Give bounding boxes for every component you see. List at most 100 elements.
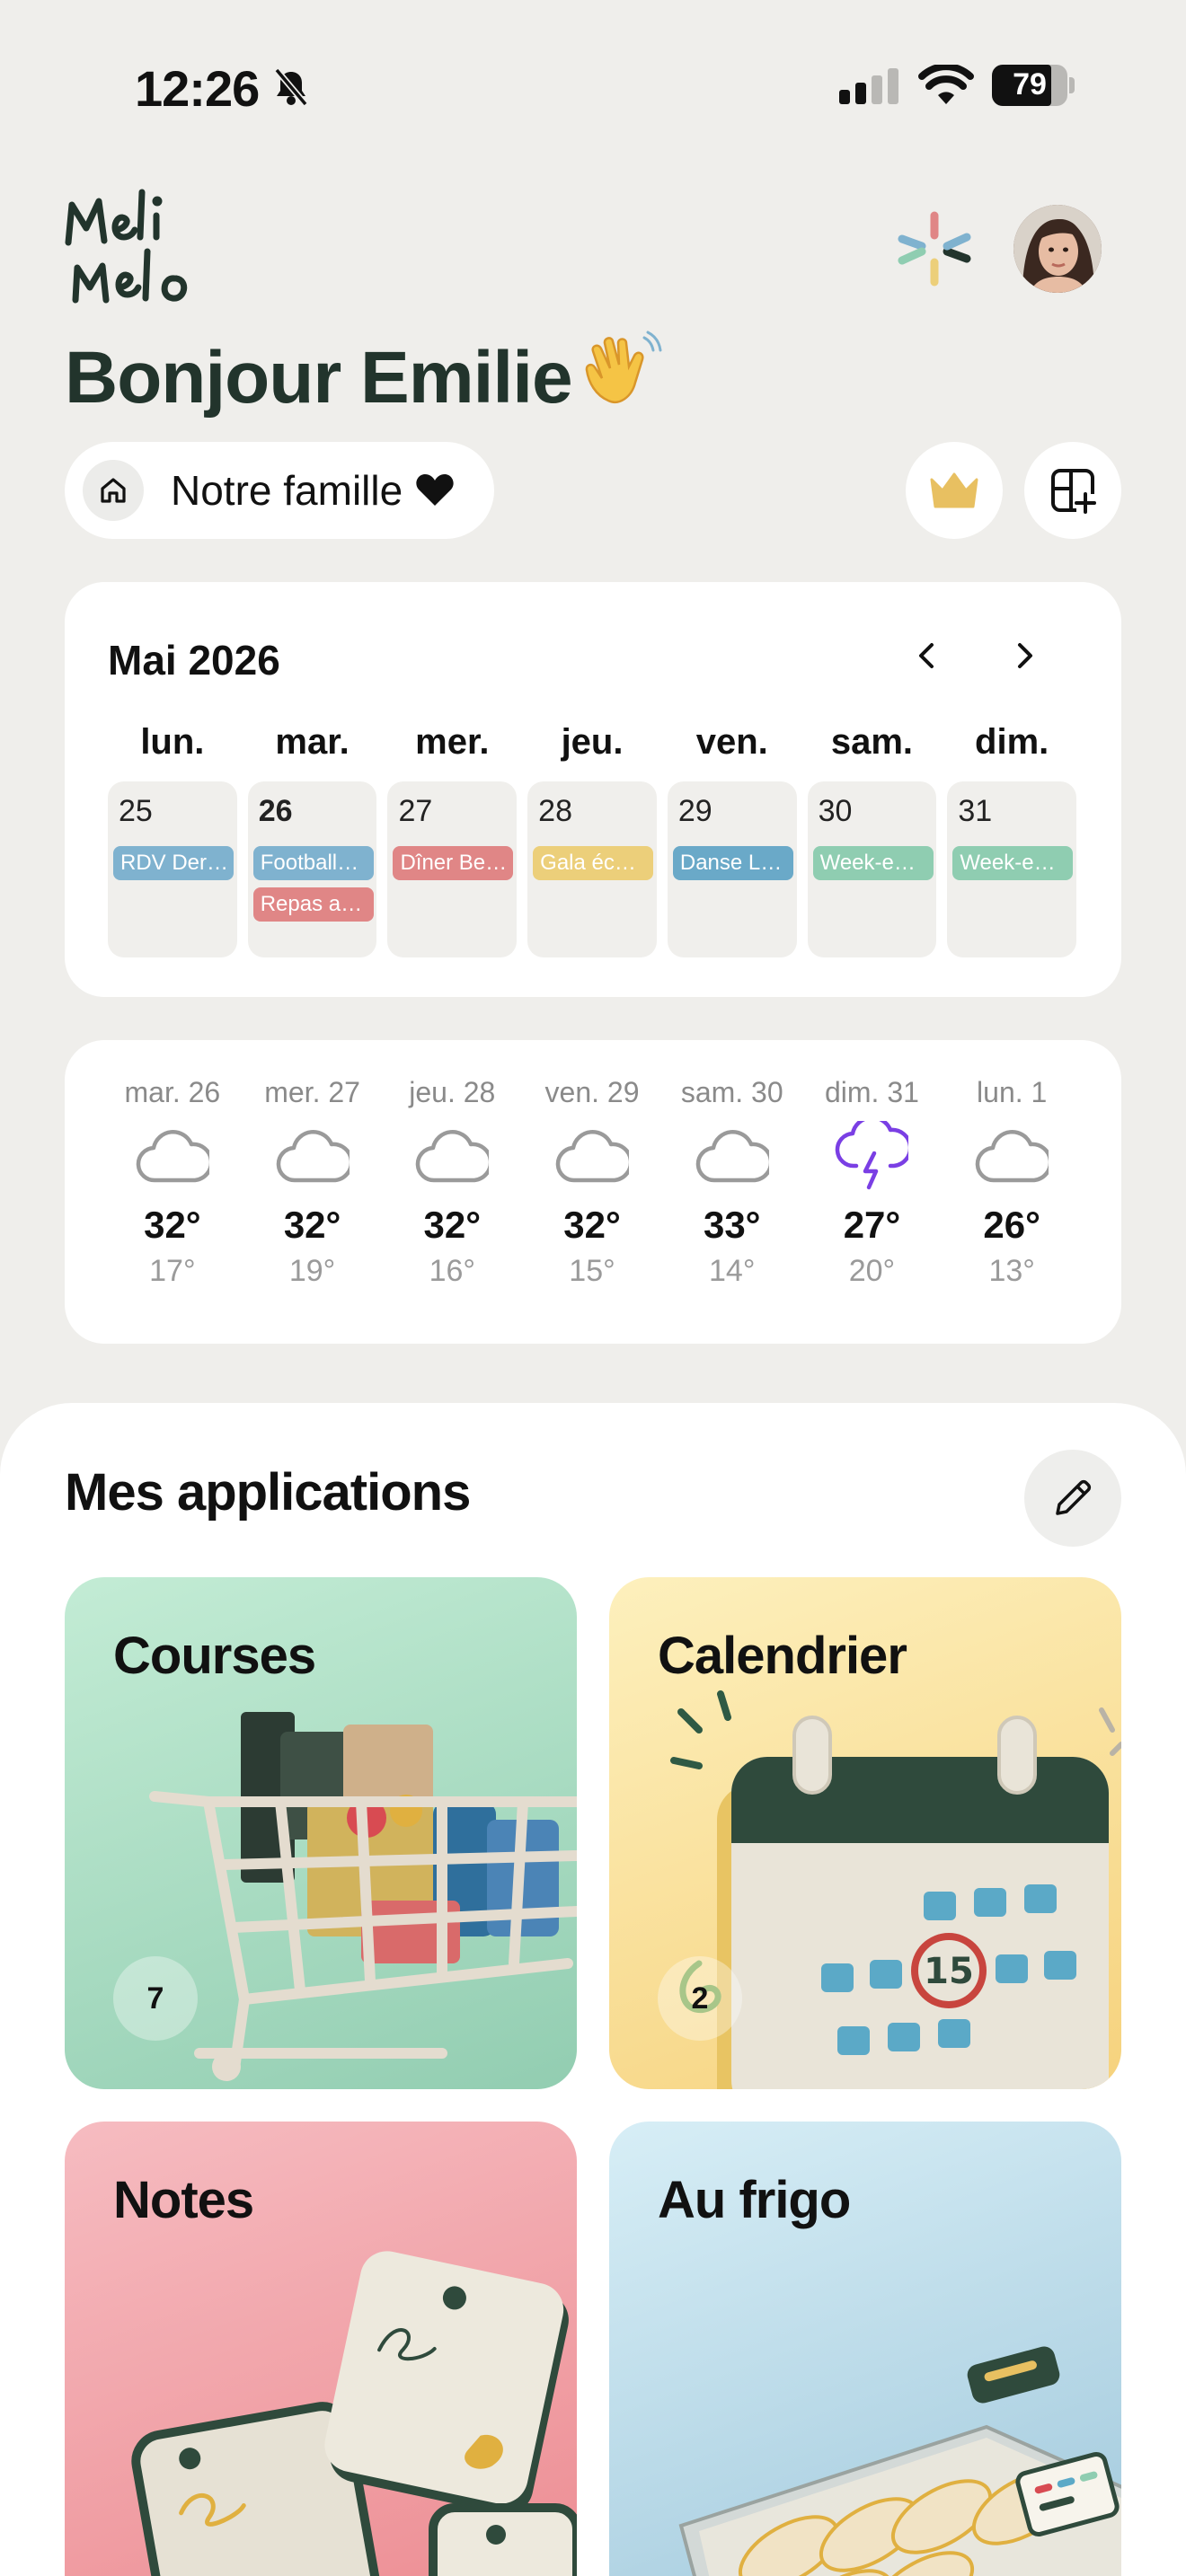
forecast-high: 33°: [703, 1204, 761, 1246]
app-tile-title: Au frigo: [658, 2171, 851, 2229]
event-chip[interactable]: RDV Der…: [113, 846, 234, 880]
day-number: 26: [258, 794, 293, 828]
calendar-day[interactable]: 26 Football… Repas a…: [247, 781, 377, 957]
forecast-low: 20°: [848, 1254, 896, 1288]
event-chip[interactable]: Gala éc…: [533, 846, 654, 880]
event-chip[interactable]: Week-e…: [812, 846, 934, 880]
week-days: 25 RDV Der… 26 Football… Repas a… 27 Dîner Be……: [102, 781, 1082, 957]
cloud-icon: [942, 1116, 1082, 1196]
app-tile-title: Courses: [113, 1627, 316, 1685]
status-bar: 12:26 79: [0, 0, 1186, 171]
day-number: 30: [818, 794, 853, 828]
forecast-day: lun. 1 26° 13°: [942, 1076, 1082, 1289]
weekday-label: jeu.: [561, 722, 624, 762]
forecast-low: 16°: [429, 1254, 475, 1288]
family-name: Notre famille: [171, 467, 403, 514]
user-avatar[interactable]: [1013, 205, 1102, 293]
calendar-day[interactable]: 29 Danse L…: [667, 781, 797, 957]
cloud-icon: [102, 1116, 243, 1196]
chevron-right-icon[interactable]: [1006, 638, 1042, 674]
weather-widget[interactable]: mar. 26 32° 17° mer. 27 32° 19° jeu. 28 32° 16° v…: [65, 1040, 1121, 1344]
calendar-widget[interactable]: Mai 2026 lun. mar. mer. jeu. ven. sam. d…: [65, 582, 1121, 997]
forecast-day: jeu. 28 32° 16°: [382, 1076, 522, 1289]
count-badge: 2: [658, 1956, 742, 2041]
weekday-label: lun.: [140, 722, 205, 762]
cloud-icon: [243, 1116, 383, 1196]
event-chip[interactable]: Repas a…: [252, 887, 374, 922]
forecast-day-label: jeu. 28: [409, 1076, 496, 1108]
weekday-label: mar.: [275, 722, 350, 762]
app-tile-title: Notes: [113, 2171, 254, 2229]
forecast-high: 32°: [563, 1204, 621, 1246]
event-chip[interactable]: Football…: [252, 846, 374, 880]
calendar-day[interactable]: 25 RDV Der…: [108, 781, 237, 957]
greeting-title: Bonjour Emilie: [65, 331, 662, 420]
forecast-day: mer. 27 32° 19°: [243, 1076, 383, 1289]
add-widget-icon: [1051, 469, 1096, 514]
day-number: 25: [119, 794, 153, 828]
bell-off-icon: [274, 68, 308, 106]
event-chip[interactable]: Week-e…: [952, 846, 1074, 880]
forecast-day-label: sam. 30: [680, 1076, 783, 1108]
crown-icon: [930, 472, 978, 508]
forecast-day-label: mar. 26: [124, 1076, 221, 1108]
pencil-icon: [1056, 1479, 1092, 1515]
greeting-text: Bonjour Emilie: [65, 337, 573, 419]
weekday-label: dim.: [975, 722, 1049, 762]
forecast-low: 15°: [569, 1254, 615, 1288]
battery-icon: 79: [992, 65, 1075, 106]
calendar-day[interactable]: 28 Gala éc…: [527, 781, 657, 957]
weekday-label: ven.: [695, 722, 768, 762]
event-chip[interactable]: Dîner Be…: [393, 846, 514, 880]
forecast-day-label: mer. 27: [264, 1076, 360, 1108]
status-time: 12:26: [135, 60, 260, 117]
wifi-icon: [918, 65, 974, 104]
chevron-left-icon[interactable]: [909, 638, 945, 674]
waving-hand-icon: [585, 331, 662, 403]
ai-assistant-icon[interactable]: [897, 210, 972, 287]
forecast-day: mar. 26 32° 17°: [102, 1076, 243, 1289]
weekday-label: mer.: [415, 722, 490, 762]
count-badge: 7: [113, 1956, 198, 2041]
day-number: 31: [958, 794, 993, 828]
weekday-header: lun. mar. mer. jeu. ven. sam. dim.: [102, 722, 1082, 763]
calendar-day[interactable]: 27 Dîner Be…: [387, 781, 518, 957]
app-tile-calendrier[interactable]: 15 Calendrier 2: [609, 1577, 1121, 2089]
app-tile-courses[interactable]: Courses 7: [65, 1577, 577, 2089]
day-number: 28: [538, 794, 572, 828]
forecast-low: 17°: [149, 1254, 196, 1288]
forecast-high: 32°: [144, 1204, 201, 1246]
apps-panel: Mes applications Courses 7 15 Calendrier…: [0, 1403, 1186, 2576]
cloud-icon: [662, 1116, 802, 1196]
app-tile-au-frigo[interactable]: Au frigo: [609, 2122, 1121, 2576]
forecast-low: 19°: [288, 1254, 336, 1288]
apps-title: Mes applications: [65, 1463, 471, 1522]
calendar-day[interactable]: 31 Week-e…: [947, 781, 1077, 957]
home-icon: [83, 460, 144, 521]
melimelo-logo: [65, 189, 188, 304]
weather-forecast: mar. 26 32° 17° mer. 27 32° 19° jeu. 28 32° 16° v…: [102, 1076, 1082, 1289]
heart-icon: [416, 474, 454, 506]
forecast-high: 32°: [423, 1204, 482, 1246]
day-number: 29: [677, 794, 712, 828]
forecast-low: 13°: [988, 1254, 1035, 1288]
weekday-label: sam.: [830, 722, 914, 762]
calendar-month: Mai 2026: [108, 637, 280, 684]
forecast-day-label: ven. 29: [544, 1076, 640, 1108]
forecast-high: 27°: [843, 1204, 901, 1246]
family-selector[interactable]: Notre famille: [65, 442, 494, 539]
forecast-low: 14°: [709, 1254, 756, 1288]
calendar-day[interactable]: 30 Week-e…: [807, 781, 937, 957]
svg-text:15: 15: [924, 1951, 974, 1992]
forecast-day: sam. 30 33° 14°: [662, 1076, 802, 1289]
forecast-day: dim. 31 27° 20°: [802, 1076, 943, 1289]
cloud-icon: [522, 1116, 662, 1196]
add-widget-button[interactable]: [1024, 442, 1121, 539]
app-tile-title: Calendrier: [658, 1627, 907, 1685]
premium-button[interactable]: [906, 442, 1003, 539]
edit-apps-button[interactable]: [1024, 1450, 1121, 1547]
day-number: 27: [398, 794, 433, 828]
event-chip[interactable]: Danse L…: [672, 846, 793, 880]
app-tile-notes[interactable]: Notes: [65, 2122, 577, 2576]
thunderstorm-icon: [802, 1116, 943, 1196]
